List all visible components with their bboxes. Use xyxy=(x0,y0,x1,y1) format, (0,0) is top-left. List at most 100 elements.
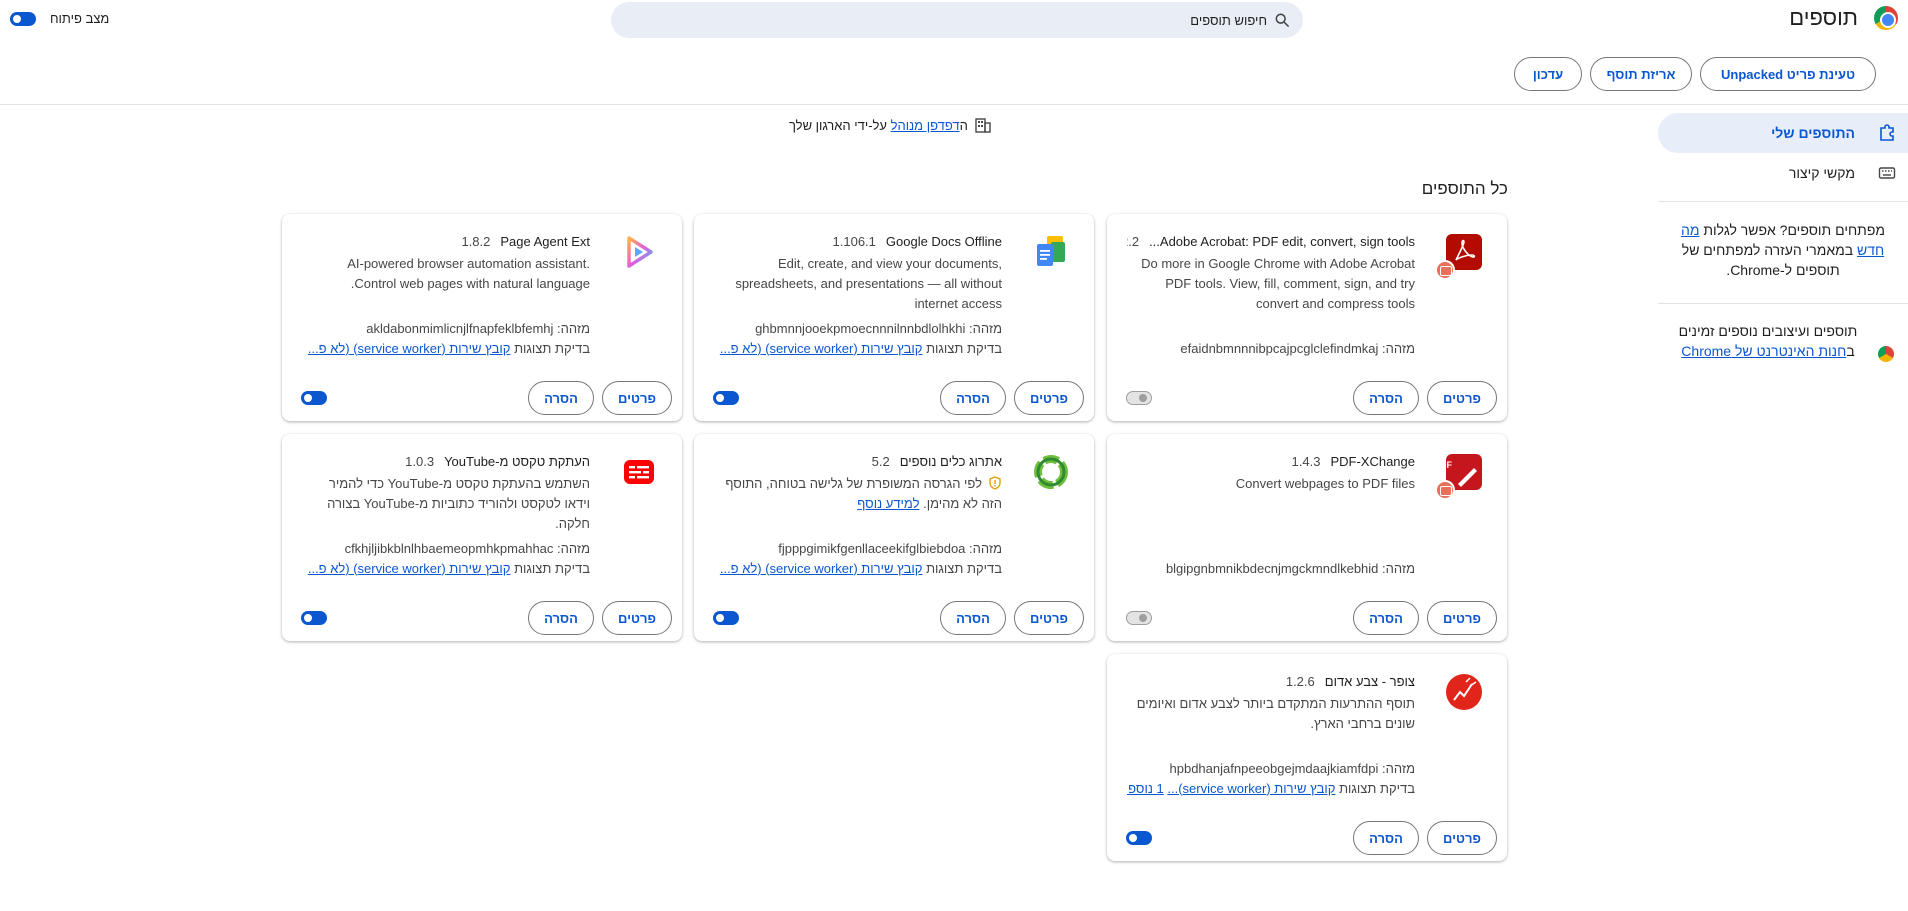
extension-id: מזהה: ghbmnnjooekpmoecnnnilnnbdlolhkhi xyxy=(755,321,1002,336)
search-icon xyxy=(1275,13,1289,27)
webstore-link[interactable]: חנות האינטרנט של Chrome xyxy=(1681,343,1846,359)
search-input[interactable] xyxy=(767,2,1267,38)
extension-card-adobe-acrobat: Adobe Acrobat: PDF edit, convert, sign t… xyxy=(1107,214,1507,421)
remove-button[interactable]: הסרה xyxy=(1353,821,1419,855)
extension-id: מזהה: fjpppgimikfgenllaceekifglbiebdoa xyxy=(778,541,1002,556)
extension-name: Google Docs Offline xyxy=(885,234,1002,249)
remove-button[interactable]: הסרה xyxy=(940,381,1006,415)
managed-badge-icon xyxy=(1435,480,1455,500)
extension-description: השתמש בהעתקת טקסט מ-YouTube כדי להמיר וי… xyxy=(327,476,590,531)
svg-text:PDF: PDF xyxy=(1446,460,1453,470)
extension-toggle[interactable] xyxy=(301,611,327,625)
extension-name: אתרוג כלים נוספים xyxy=(899,454,1002,469)
extension-card-google-docs-offline: Google Docs Offline 1.106.1 Edit, create,… xyxy=(694,214,1094,421)
extension-version: 1.106.1 xyxy=(832,234,876,249)
etrog-icon xyxy=(1033,454,1069,490)
dev-mode-toggle[interactable] xyxy=(10,12,36,26)
extension-description: תוסף ההתרעות המתקדם ביותר לצבע אדום ואיו… xyxy=(1136,696,1415,731)
extension-description: Edit, create, and view your documents, s… xyxy=(735,256,1002,311)
remove-button[interactable]: הסרה xyxy=(1353,601,1419,635)
extension-version: 5.2 xyxy=(871,454,890,469)
extension-card-tzofar: צופר - צבע אדום 1.2.6 תוסף ההתרעות המתקדם… xyxy=(1107,654,1507,861)
keyboard-icon xyxy=(1878,167,1896,179)
service-worker-link[interactable]: קובץ שירות (service worker) (לא פ... xyxy=(308,561,511,576)
webstore-icon xyxy=(1878,346,1894,362)
extension-version: 1.0.3 xyxy=(405,454,435,469)
developer-promo-text: מפתחים תוספים? אפשר לגלות מה חדש במאמרי … xyxy=(1680,222,1885,278)
inspect-views: בדיקת תצוגות קובץ שירות (service worker)… xyxy=(307,341,590,356)
extension-toggle[interactable] xyxy=(713,391,739,405)
extension-name: Page Agent Ext xyxy=(500,234,590,249)
extension-card-page-agent: Page Agent Ext 1.8.2 AI-powered browser a… xyxy=(282,214,682,421)
extension-toggle[interactable] xyxy=(713,611,739,625)
extension-version: 1.2.6 xyxy=(1285,674,1315,689)
inspect-views: בדיקת תצוגות קובץ שירות (service worker)… xyxy=(1127,781,1415,796)
managed-link[interactable]: דפדפן מנוהל xyxy=(891,118,960,133)
managed-badge-icon xyxy=(1435,260,1455,280)
more-views-link[interactable]: 1 נוספות... xyxy=(1127,781,1164,796)
extension-id: מזהה: hpbdhanjafnpeeobgejmdaajkiamfdpi xyxy=(1169,761,1415,776)
load-unpacked-button[interactable]: טעינת פריט Unpacked xyxy=(1700,57,1876,91)
service-worker-link[interactable]: קובץ שירות (service worker)... xyxy=(1167,781,1335,796)
learn-more-link[interactable]: למידע נוסף xyxy=(857,496,919,511)
extension-description: Convert webpages to PDF files xyxy=(1235,476,1415,491)
extension-version: 26.5.2.2 xyxy=(1127,234,1140,249)
service-worker-link[interactable]: קובץ שירות (service worker) (לא פ... xyxy=(720,561,923,576)
section-title: כל התוספים xyxy=(1421,179,1508,198)
extension-toggle[interactable] xyxy=(1126,831,1152,845)
extension-id: מזהה: blgipgnbmnikbdecnjmgckmndlkebhid xyxy=(1165,561,1415,576)
details-button[interactable]: פרטים xyxy=(1427,821,1497,855)
details-button[interactable]: פרטים xyxy=(1427,381,1497,415)
inspect-views: בדיקת תצוגות קובץ שירות (service worker)… xyxy=(307,561,590,576)
extension-toggle[interactable] xyxy=(301,391,327,405)
extension-version: 1.8.2 xyxy=(461,234,491,249)
extension-id: מזהה: efaidnbmnnnibpcajpcglclefindmkaj xyxy=(1180,341,1415,356)
details-button[interactable]: פרטים xyxy=(1014,601,1084,635)
tzofar-icon xyxy=(1446,674,1482,710)
extension-card-pdf-xchange: PDF PDF-XChange 1.4.3 Convert webpages to… xyxy=(1107,434,1507,641)
remove-button[interactable]: הסרה xyxy=(940,601,1006,635)
extension-name: העתקת טקסט מ-YouTube xyxy=(444,454,590,469)
extension-card-youtube-transcript: העתקת טקסט מ-YouTube 1.0.3 השתמש בהעתקת ט… xyxy=(282,434,682,641)
extension-name: צופר - צבע אדום xyxy=(1324,674,1415,689)
extension-version: 1.4.3 xyxy=(1291,454,1321,469)
sidebar-item-label: התוספים שלי xyxy=(1771,125,1855,141)
page-agent-icon xyxy=(621,234,657,270)
remove-button[interactable]: הסרה xyxy=(528,381,594,415)
inspect-views: בדיקת תצוגות קובץ שירות (service worker)… xyxy=(719,341,1002,356)
pack-extension-button[interactable]: אריזת תוסף xyxy=(1590,57,1692,91)
service-worker-link[interactable]: קובץ שירות (service worker) (לא פ... xyxy=(308,341,511,356)
details-button[interactable]: פרטים xyxy=(602,601,672,635)
youtube-transcript-icon xyxy=(621,454,657,490)
extension-id: מזהה: cfkhjljibkblnlhbaemeopmhkpmahhac xyxy=(344,541,590,556)
sidebar-divider xyxy=(1658,201,1908,202)
update-button[interactable]: עדכון xyxy=(1514,57,1582,91)
extension-card-etrog: אתרוג כלים נוספים 5.2 לפי הגרסה המשופרת ש… xyxy=(694,434,1094,641)
inspect-views: בדיקת תצוגות קובץ שירות (service worker)… xyxy=(719,561,1002,576)
service-worker-link[interactable]: קובץ שירות (service worker) (לא פ... xyxy=(720,341,923,356)
remove-button[interactable]: הסרה xyxy=(528,601,594,635)
extension-toggle xyxy=(1126,611,1152,625)
sidebar-item-shortcuts[interactable]: מקשי קיצור xyxy=(1658,153,1908,193)
remove-button[interactable]: הסרה xyxy=(1353,381,1419,415)
shield-warning-icon xyxy=(989,476,1001,490)
extension-toggle xyxy=(1126,391,1152,405)
extension-id: מזהה: akldabonmimlicnjlfnapfeklbfemhj xyxy=(366,321,590,336)
sidebar-item-label: מקשי קיצור xyxy=(1788,165,1855,181)
search-box[interactable] xyxy=(611,2,1303,38)
extension-name: PDF-XChange xyxy=(1330,454,1415,469)
extension-description: Do more in Google Chrome with Adobe Acro… xyxy=(1141,256,1415,311)
page-title: תוספים xyxy=(1789,5,1858,30)
details-button[interactable]: פרטים xyxy=(1427,601,1497,635)
google-docs-icon xyxy=(1033,234,1069,270)
extension-description: לפי הגרסה המשופרת של גלישה בטוחה, התוסף … xyxy=(725,476,1002,511)
managed-browser-banner: הדפדפן מנוהל על-ידי הארגון שלך xyxy=(789,116,992,134)
dev-mode-label: מצב פיתוח xyxy=(50,11,110,26)
sidebar-item-my-extensions[interactable]: התוספים שלי xyxy=(1658,113,1908,153)
extension-name: Adobe Acrobat: PDF edit, convert, sign t… xyxy=(1149,234,1415,249)
details-button[interactable]: פרטים xyxy=(602,381,672,415)
webstore-promo-text: תוספים ועיצובים נוספים זמינים בחנות האינ… xyxy=(1678,323,1858,359)
toolbar-divider xyxy=(0,104,1908,105)
details-button[interactable]: פרטים xyxy=(1014,381,1084,415)
puzzle-icon xyxy=(1880,124,1894,141)
